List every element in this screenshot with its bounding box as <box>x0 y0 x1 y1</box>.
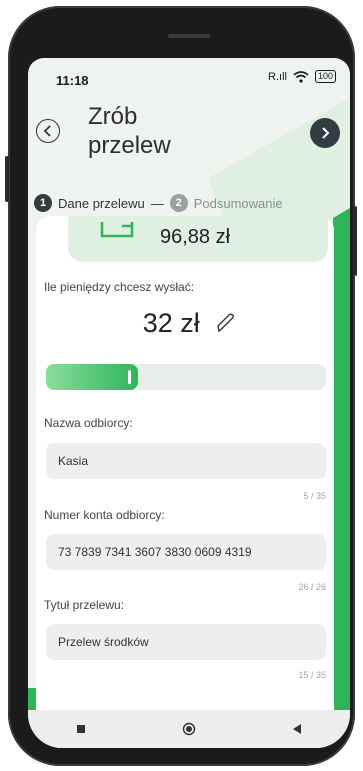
step-1-label: Dane przelewu <box>58 195 145 211</box>
status-bar: 11:18 R.ıll 100 <box>28 58 350 96</box>
wallet-icon <box>100 222 134 238</box>
step-2-number: 2 <box>169 194 188 212</box>
stepper: 1 Dane przelewu — 2 Podsumowanie <box>34 194 283 212</box>
phone-frame: 11:18 R.ıll 100 Zrób przelew 1 Dane prze… <box>5 6 357 766</box>
next-button[interactable] <box>310 118 340 148</box>
back-button[interactable] <box>36 119 60 143</box>
step-1-number: 1 <box>34 194 52 212</box>
transfer-title-counter: 15 / 35 <box>298 670 326 680</box>
home-icon[interactable] <box>182 722 196 736</box>
account-number-counter: 26 / 26 <box>298 582 326 592</box>
battery-icon: 100 <box>314 70 336 83</box>
step-2-label: Podsumowanie <box>193 195 283 211</box>
status-time: 11:18 <box>56 73 89 88</box>
back-nav-icon[interactable] <box>293 724 302 734</box>
chevron-left-icon <box>43 125 51 137</box>
title-line-2: przelew <box>88 132 171 159</box>
transfer-form-card <box>36 216 334 748</box>
amount-label: Ile pieniędzy chcesz wysłać: <box>44 280 195 294</box>
account-number-label: Numer konta odbiorcy: <box>44 508 165 522</box>
slider-handle[interactable] <box>128 370 131 384</box>
slider-fill <box>46 364 138 390</box>
recipient-name-label: Nazwa odbiorcy: <box>44 416 133 430</box>
volume-button <box>5 156 9 202</box>
account-number-field[interactable]: 73 7839 7341 3607 3830 0609 4319 <box>46 534 326 570</box>
wifi-icon <box>293 70 309 83</box>
recent-apps-icon[interactable] <box>76 725 85 733</box>
signal-icon: R.ıll <box>268 70 287 83</box>
pencil-icon[interactable] <box>215 312 235 334</box>
recipient-name-counter: 5 / 35 <box>303 491 326 501</box>
recipient-name-field[interactable]: Kasia <box>46 443 326 479</box>
title-line-1: Zrób <box>88 103 138 130</box>
step-separator: — <box>150 195 164 211</box>
power-button <box>353 206 357 276</box>
earpiece <box>168 34 210 38</box>
amount-display[interactable]: 32 zł <box>28 308 350 339</box>
transfer-title-label: Tytuł przelewu: <box>44 598 125 612</box>
system-nav-bar <box>28 710 350 748</box>
amount-value: 32 zł <box>142 308 200 338</box>
screen: 11:18 R.ıll 100 Zrób przelew 1 Dane prze… <box>28 58 350 748</box>
chevron-right-icon <box>322 127 330 139</box>
status-icons: R.ıll 100 <box>268 70 336 83</box>
transfer-title-field[interactable]: Przelew środków <box>46 624 326 660</box>
amount-slider[interactable] <box>46 364 326 390</box>
page-title: Zrób przelew <box>88 102 228 160</box>
balance-amount: 96,88 zł <box>160 226 231 248</box>
